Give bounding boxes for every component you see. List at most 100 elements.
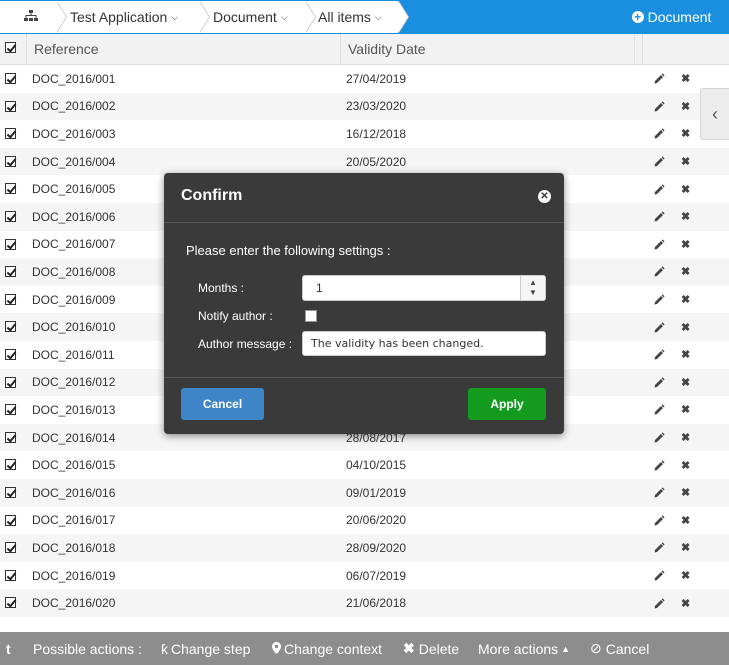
delete-icon[interactable]: ✖ [681,203,690,231]
close-icon[interactable]: ✕ [538,190,551,203]
delete-icon[interactable]: ✖ [681,65,690,93]
select-all-checkbox[interactable] [5,42,16,53]
pencil-icon[interactable] [654,507,665,535]
row-checkbox[interactable] [5,431,16,443]
row-checkbox[interactable] [5,293,16,305]
more-actions-button[interactable]: More actions ▲ [478,632,570,665]
table-row[interactable]: DOC_2016/002 23/03/2020 ✖ [0,92,729,121]
delete-icon[interactable]: ✖ [681,424,690,452]
table-row[interactable]: DOC_2016/004 20/05/2020 ✖ [0,147,729,176]
row-checkbox[interactable] [5,155,16,167]
column-header-reference[interactable]: Reference [34,34,99,64]
months-label: Months : [198,281,245,295]
breadcrumb-home[interactable] [0,1,67,33]
author-message-field[interactable]: The validity has been changed. [302,331,546,356]
collapse-bar-icon[interactable]: t [6,632,11,665]
caret-down-icon[interactable]: ▼ [529,288,537,298]
cancel-button[interactable]: Cancel [181,388,264,420]
pencil-icon[interactable] [654,479,665,507]
table-row[interactable]: DOC_2016/019 06/07/2019 ✖ [0,561,729,590]
reference-cell: DOC_2016/003 [32,126,116,141]
delete-icon[interactable]: ✖ [681,562,690,590]
delete-icon[interactable]: ✖ [681,148,690,176]
row-checkbox[interactable] [5,542,16,554]
delete-icon[interactable]: ✖ [681,231,690,259]
table-row[interactable]: DOC_2016/001 27/04/2019 ✖ [0,65,729,93]
pencil-icon[interactable] [654,120,665,148]
pencil-icon[interactable] [654,148,665,176]
delete-icon[interactable]: ✖ [681,93,690,121]
table-row[interactable]: DOC_2016/003 16/12/2018 ✖ [0,120,729,148]
row-checkbox[interactable] [5,100,16,112]
notify-author-label: Notify author : [198,309,273,323]
breadcrumb-item-all-items[interactable]: All items ⌵ [305,1,409,33]
delete-icon[interactable]: ✖ [681,479,690,507]
row-checkbox[interactable] [5,266,16,278]
row-checkbox[interactable] [5,514,16,526]
table-row[interactable]: DOC_2016/020 21/06/2018 ✖ [0,589,729,617]
delete-icon[interactable]: ✖ [681,120,690,148]
pencil-icon[interactable] [654,589,665,617]
pencil-icon[interactable] [654,231,665,259]
pencil-icon[interactable] [654,341,665,369]
delete-icon[interactable]: ✖ [681,507,690,535]
table-row[interactable]: DOC_2016/016 09/01/2019 ✖ [0,479,729,507]
stepper-arrows[interactable]: ▲ ▼ [520,276,545,300]
pencil-icon[interactable] [654,451,665,479]
change-context-button[interactable]: Change context [272,632,382,665]
delete-icon[interactable]: ✖ [681,451,690,479]
pencil-icon[interactable] [654,562,665,590]
row-checkbox[interactable] [5,73,16,84]
row-checkbox[interactable] [5,321,16,333]
delete-icon[interactable]: ✖ [681,258,690,286]
months-stepper[interactable]: 1 ▲ ▼ [302,275,546,301]
change-step-button[interactable]: ƙ Change step [161,632,250,665]
cancel-action-button[interactable]: ⊘ Cancel [590,632,649,665]
delete-icon[interactable]: ✖ [681,313,690,341]
pencil-icon[interactable] [654,286,665,314]
row-checkbox[interactable] [5,597,16,609]
table-row[interactable]: DOC_2016/017 20/06/2020 ✖ [0,506,729,535]
reference-cell: DOC_2016/012 [32,375,116,390]
delete-icon[interactable]: ✖ [681,534,690,562]
delete-icon[interactable]: ✖ [681,589,690,617]
pencil-icon[interactable] [654,203,665,231]
pencil-icon[interactable] [654,93,665,121]
new-document-button[interactable]: + Document [614,0,729,34]
pencil-icon[interactable] [654,369,665,397]
delete-icon[interactable]: ✖ [681,396,690,424]
delete-icon[interactable]: ✖ [681,341,690,369]
delete-icon[interactable]: ✖ [681,369,690,397]
row-checkbox[interactable] [5,376,16,388]
reference-cell: DOC_2016/011 [32,347,115,362]
delete-button[interactable]: ✖ Delete [403,632,459,665]
row-checkbox[interactable] [5,487,16,498]
table-row[interactable]: DOC_2016/018 28/09/2020 ✖ [0,534,729,562]
validity-date-cell: 16/12/2018 [346,126,407,141]
pencil-icon[interactable] [654,396,665,424]
pencil-icon[interactable] [654,313,665,341]
apply-button[interactable]: Apply [468,388,546,420]
row-checkbox[interactable] [5,238,16,250]
row-checkbox[interactable] [5,459,16,471]
row-checkbox[interactable] [5,569,16,581]
row-checkbox[interactable] [5,404,16,416]
pencil-icon[interactable] [654,534,665,562]
caret-up-icon[interactable]: ▲ [529,278,537,288]
column-header-validity-date[interactable]: Validity Date [348,34,426,64]
row-checkbox[interactable] [5,183,16,195]
pencil-icon[interactable] [654,424,665,452]
row-checkbox[interactable] [5,349,16,360]
row-checkbox[interactable] [5,128,16,140]
pencil-icon[interactable] [654,65,665,93]
pencil-icon[interactable] [654,175,665,203]
table-row[interactable]: DOC_2016/015 04/10/2015 ✖ [0,451,729,479]
row-checkbox[interactable] [5,211,16,222]
pencil-icon[interactable] [654,258,665,286]
breadcrumb-item-document[interactable]: Document ⌵ [199,1,316,33]
breadcrumb-item-test-application[interactable]: Test Application ⌵ [56,1,210,33]
side-panel-toggle[interactable]: ‹ [700,88,729,140]
delete-icon[interactable]: ✖ [681,175,690,203]
notify-author-checkbox[interactable] [305,310,317,322]
delete-icon[interactable]: ✖ [681,286,690,314]
